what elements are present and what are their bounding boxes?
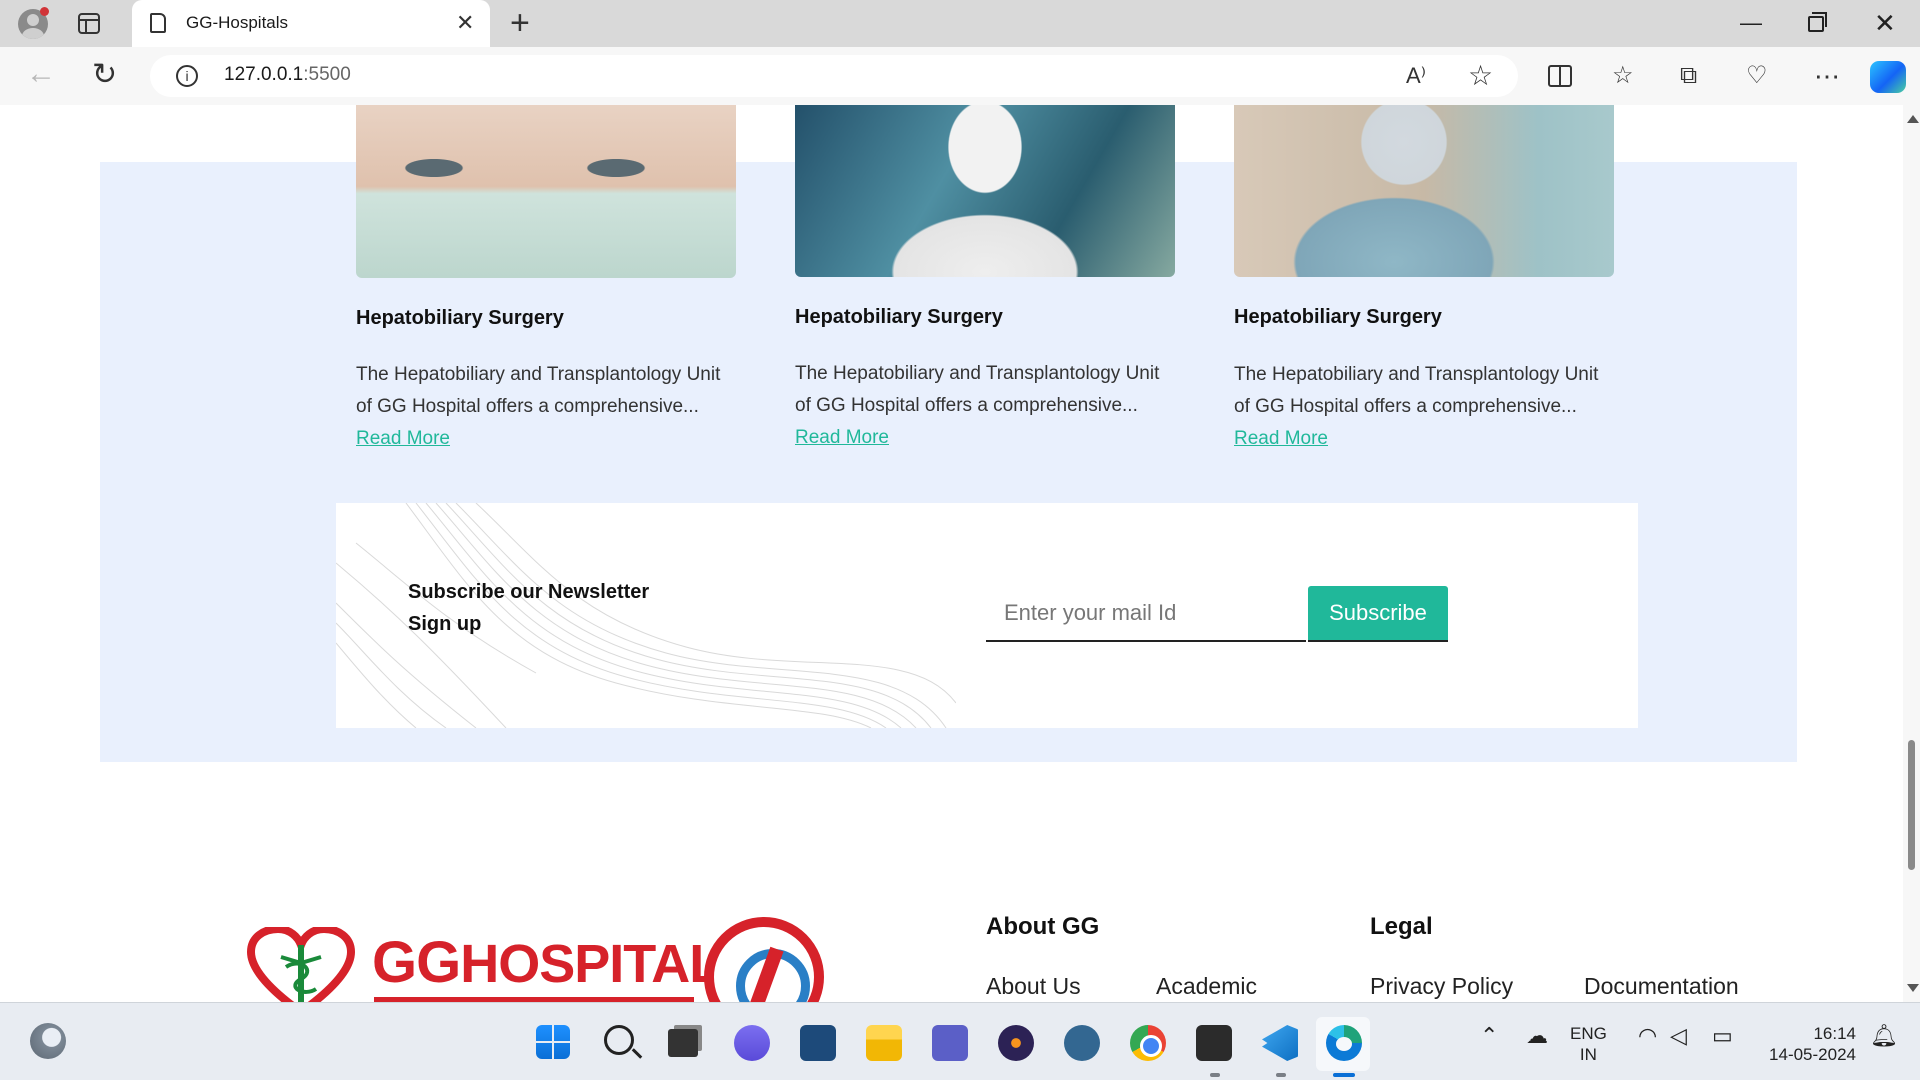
service-card-image — [1234, 105, 1614, 277]
eclipse-icon[interactable] — [998, 1025, 1034, 1061]
teams-icon[interactable] — [932, 1025, 968, 1061]
page-icon — [150, 13, 166, 33]
address-bar[interactable]: i 127.0.0.1:5500 A⁾ ☆ — [150, 55, 1518, 97]
wifi-icon[interactable]: ◠ — [1638, 1023, 1657, 1049]
service-card-text: The Hepatobiliary and Transplantology Un… — [795, 363, 1160, 416]
footer-link-academic[interactable]: Academic — [1156, 973, 1257, 1000]
notifications-bell-icon[interactable]: 🔔︎ — [1870, 1023, 1898, 1049]
gg-hospital-logo[interactable]: GGHOSPITAL — [246, 917, 826, 1002]
region-code: IN — [1579, 1045, 1597, 1064]
more-options-icon[interactable]: ⋯ — [1814, 61, 1840, 91]
language-indicator[interactable]: ENG IN — [1570, 1023, 1607, 1065]
restore-icon[interactable] — [1808, 12, 1827, 32]
service-card-description: The Hepatobiliary and Transplantology Un… — [356, 359, 736, 455]
language-code: ENG — [1570, 1024, 1607, 1043]
file-explorer-icon[interactable] — [866, 1025, 902, 1061]
service-card-description: The Hepatobiliary and Transplantology Un… — [1234, 359, 1614, 455]
newsletter-title-line1: Subscribe our Newsletter — [408, 581, 650, 603]
service-card-title: Hepatobiliary Surgery — [1234, 306, 1442, 328]
back-icon[interactable]: ← — [26, 57, 56, 91]
browser-tab-bar: GG-Hospitals ✕ + — ✕ — [0, 0, 1920, 47]
favorites-icon[interactable]: ☆ — [1612, 61, 1634, 91]
tab-actions-icon[interactable] — [78, 13, 100, 34]
search-icon[interactable] — [604, 1025, 634, 1055]
subscribe-button[interactable]: Subscribe — [1308, 586, 1448, 642]
task-view-icon[interactable] — [668, 1029, 698, 1057]
windows-start-icon[interactable] — [536, 1025, 570, 1059]
tab-title: GG-Hospitals — [186, 13, 289, 32]
system-clock[interactable]: 16:14 14-05-2024 — [1758, 1023, 1856, 1065]
page-scrollbar[interactable] — [1903, 105, 1920, 1002]
logo-text: GGHOSPITAL — [372, 929, 722, 996]
new-tab-icon[interactable]: + — [510, 5, 530, 41]
scroll-down-icon[interactable] — [1907, 984, 1919, 992]
newsletter-box: Subscribe our Newsletter Sign up Subscri… — [336, 503, 1638, 728]
read-aloud-icon[interactable]: A⁾ — [1406, 63, 1426, 89]
service-card-title: Hepatobiliary Surgery — [356, 307, 564, 329]
read-more-link[interactable]: Read More — [356, 428, 450, 449]
logo-text-gg: GG — [372, 930, 461, 995]
notification-dot — [40, 7, 49, 16]
reload-icon[interactable]: ↻ — [92, 57, 117, 92]
footer-link-privacy-policy[interactable]: Privacy Policy — [1370, 973, 1513, 1000]
footer-link-about-us[interactable]: About Us — [986, 973, 1081, 1000]
email-field[interactable] — [986, 586, 1306, 642]
developer-app-icon[interactable] — [800, 1025, 836, 1061]
service-card-image — [356, 105, 736, 278]
quality-badge-icon — [704, 917, 824, 1002]
scrollbar-thumb[interactable] — [1908, 740, 1915, 870]
browser-essentials-icon[interactable]: ♡ — [1746, 61, 1768, 91]
meet-app-icon[interactable] — [734, 1025, 770, 1061]
collections-icon[interactable]: ⧉ — [1680, 61, 1697, 91]
service-card-image — [795, 105, 1175, 277]
read-more-link[interactable]: Read More — [1234, 428, 1328, 449]
newsletter-title: Subscribe our Newsletter Sign up — [408, 576, 649, 640]
footer-link-documentation[interactable]: Documentation — [1584, 973, 1739, 1000]
service-card-text: The Hepatobiliary and Transplantology Un… — [1234, 364, 1599, 417]
caduceus-heart-icon — [246, 927, 356, 1002]
service-card-title: Hepatobiliary Surgery — [795, 306, 1003, 328]
volume-icon[interactable]: ◁ — [1670, 1023, 1687, 1049]
running-indicator — [1276, 1073, 1286, 1077]
running-indicator — [1210, 1073, 1220, 1077]
onedrive-icon[interactable]: ☁ — [1526, 1023, 1548, 1049]
url-host: 127.0.0.1 — [224, 64, 304, 85]
newsletter-title-line2: Sign up — [408, 613, 482, 635]
widgets-icon[interactable] — [30, 1023, 66, 1059]
url-port: :5500 — [303, 64, 351, 85]
battery-icon[interactable]: ▭ — [1712, 1023, 1733, 1049]
scroll-up-icon[interactable] — [1907, 115, 1919, 123]
edge-icon[interactable] — [1326, 1025, 1362, 1061]
read-more-link[interactable]: Read More — [795, 427, 889, 448]
close-window-icon[interactable]: ✕ — [1874, 8, 1896, 38]
footer-legal-heading: Legal — [1370, 913, 1433, 940]
chrome-icon[interactable] — [1130, 1025, 1166, 1061]
service-card-description: The Hepatobiliary and Transplantology Un… — [795, 358, 1175, 454]
active-indicator — [1333, 1073, 1355, 1077]
footer-about-heading: About GG — [986, 913, 1100, 940]
terminal-icon[interactable] — [1196, 1025, 1232, 1061]
service-card-text: The Hepatobiliary and Transplantology Un… — [356, 364, 721, 417]
show-hidden-icons-icon[interactable]: ⌃ — [1480, 1023, 1498, 1049]
clock-time: 16:14 — [1813, 1024, 1856, 1043]
add-favorite-icon[interactable]: ☆ — [1468, 59, 1493, 92]
copilot-icon[interactable] — [1870, 61, 1906, 93]
vscode-icon[interactable] — [1262, 1025, 1298, 1061]
site-info-icon[interactable]: i — [176, 65, 198, 87]
split-screen-icon[interactable] — [1548, 65, 1572, 87]
close-tab-icon[interactable]: ✕ — [456, 9, 474, 37]
page-viewport: Hepatobiliary Surgery The Hepatobiliary … — [0, 105, 1903, 1002]
logo-text-hospital: HOSPITAL — [460, 934, 722, 994]
minimize-icon[interactable]: — — [1740, 8, 1762, 38]
postgresql-icon[interactable] — [1064, 1025, 1100, 1061]
browser-toolbar: ← ↻ i 127.0.0.1:5500 A⁾ ☆ ☆ ⧉ ♡ ⋯ — [0, 47, 1920, 105]
windows-taskbar: ⌃ ☁ ENG IN ◠ ◁ ▭ 16:14 14-05-2024 🔔︎ — [0, 1002, 1920, 1080]
address-url[interactable]: 127.0.0.1:5500 — [224, 64, 351, 86]
browser-tab[interactable]: GG-Hospitals ✕ — [132, 0, 490, 47]
clock-date: 14-05-2024 — [1769, 1045, 1856, 1064]
